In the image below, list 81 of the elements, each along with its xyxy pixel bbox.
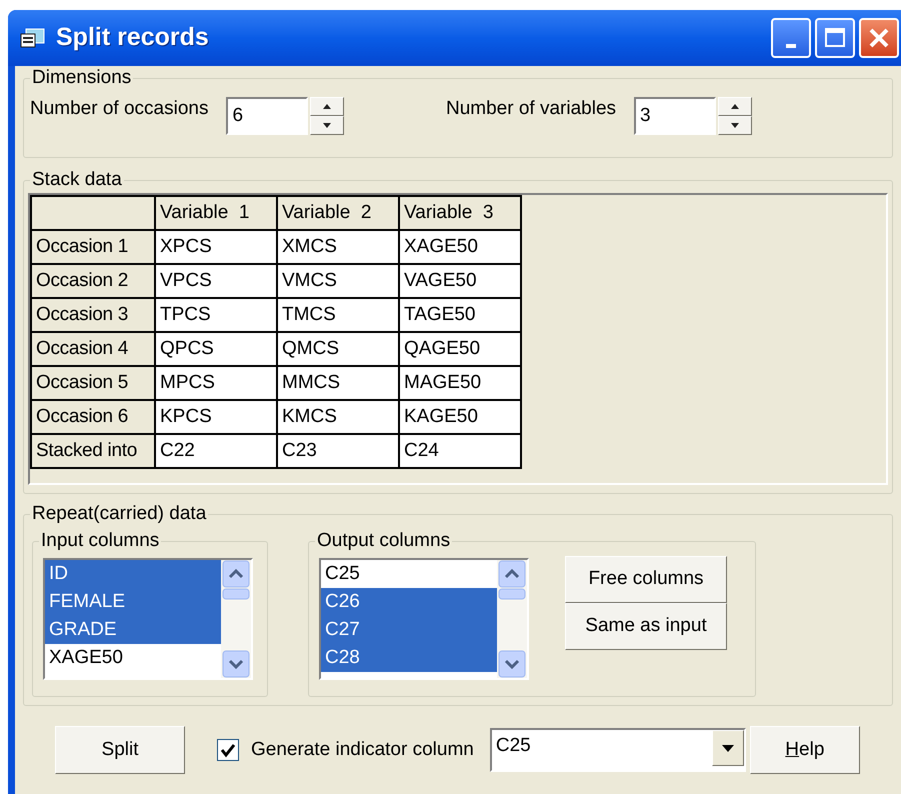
spin-up-button[interactable] xyxy=(310,97,344,116)
list-box[interactable]: ID FEMALE GRADE XAGE50 xyxy=(43,558,253,680)
field-label: Number of variables xyxy=(446,97,616,121)
down-arrow-icon xyxy=(731,123,740,128)
maximize-icon xyxy=(824,27,846,49)
table-cell: KPCS xyxy=(155,400,277,434)
scroll-thumb-icon xyxy=(498,588,526,600)
minimize-button[interactable] xyxy=(771,18,811,58)
scroll-up-icon xyxy=(222,560,250,588)
number-field[interactable]: 3 xyxy=(634,97,716,135)
spin-down-button[interactable] xyxy=(718,116,752,135)
list-item[interactable]: GRADE xyxy=(45,616,221,644)
table-cell: MMCS xyxy=(277,366,399,400)
dropdown-button[interactable] xyxy=(712,730,744,766)
row-header: Occasion 6 xyxy=(31,400,155,434)
table-cell: XAGE50 xyxy=(399,230,521,264)
row-header: Occasion 4 xyxy=(31,332,155,366)
group-label: Input columns xyxy=(39,530,162,552)
row-header: Stacked into xyxy=(31,434,155,468)
table-cell: TMCS xyxy=(277,298,399,332)
spin-up-button[interactable] xyxy=(718,97,752,116)
field-label: Number of occasions xyxy=(30,97,208,121)
group-label: Output columns xyxy=(315,530,452,552)
table-cell: MAGE50 xyxy=(399,366,521,400)
scrollbar[interactable] xyxy=(497,560,527,678)
list-item[interactable]: C27 xyxy=(321,616,497,644)
caret-icon xyxy=(722,744,734,752)
scroll-thumb-icon xyxy=(222,588,250,600)
group-label: Repeat(carried) data xyxy=(30,503,208,525)
scrollbar[interactable] xyxy=(221,560,251,678)
close-icon xyxy=(868,27,890,49)
dropdown[interactable]: C25 xyxy=(490,728,746,772)
dropdown-value: C25 xyxy=(494,734,532,758)
checkbox-label: Generate indicator column xyxy=(251,738,474,762)
button[interactable]: Free columns xyxy=(565,556,727,603)
scroll-down-icon xyxy=(222,650,250,678)
down-arrow-icon xyxy=(323,123,332,128)
list-item[interactable]: ID xyxy=(45,560,221,588)
split-button[interactable]: Split xyxy=(55,726,185,774)
help-button[interactable]: Help xyxy=(750,726,860,774)
table-cell: QMCS xyxy=(277,332,399,366)
table-cell: C24 xyxy=(399,434,521,468)
table-cell: VPCS xyxy=(155,264,277,298)
table-cell: VMCS xyxy=(277,264,399,298)
checkmark-icon xyxy=(220,742,236,758)
minimize-icon xyxy=(786,44,796,48)
column-header: Variable 1 xyxy=(155,196,277,230)
app-icon xyxy=(20,27,46,49)
table-cell: XPCS xyxy=(155,230,277,264)
table-cell: QAGE50 xyxy=(399,332,521,366)
maximize-button[interactable] xyxy=(815,18,855,58)
table-cell: XMCS xyxy=(277,230,399,264)
column-header: Variable 3 xyxy=(399,196,521,230)
table-cell: C23 xyxy=(277,434,399,468)
table-cell: QPCS xyxy=(155,332,277,366)
table-cell: MPCS xyxy=(155,366,277,400)
row-header: Occasion 2 xyxy=(31,264,155,298)
spin-down-button[interactable] xyxy=(310,116,344,135)
row-header: Occasion 1 xyxy=(31,230,155,264)
list-item[interactable]: C28 xyxy=(321,644,497,672)
column-header: Variable 2 xyxy=(277,196,399,230)
table-cell: VAGE50 xyxy=(399,264,521,298)
table-cell: KAGE50 xyxy=(399,400,521,434)
table-cell: TPCS xyxy=(155,298,277,332)
table-cell: KMCS xyxy=(277,400,399,434)
up-arrow-icon xyxy=(323,104,332,109)
row-header: Occasion 3 xyxy=(31,298,155,332)
button[interactable]: Same as input xyxy=(565,603,727,650)
table-cell: TAGE50 xyxy=(399,298,521,332)
list-item[interactable]: FEMALE xyxy=(45,588,221,616)
scroll-up-icon xyxy=(498,560,526,588)
list-item[interactable]: C26 xyxy=(321,588,497,616)
close-button[interactable] xyxy=(859,18,899,58)
window-title: Split records xyxy=(56,22,210,54)
scroll-down-icon xyxy=(498,650,526,678)
table-cell: C22 xyxy=(155,434,277,468)
up-arrow-icon xyxy=(731,104,740,109)
row-header: Occasion 5 xyxy=(31,366,155,400)
number-field[interactable]: 6 xyxy=(226,97,308,135)
checkbox[interactable] xyxy=(217,739,239,761)
list-box[interactable]: C25 C26 C27 C28 xyxy=(319,558,529,680)
